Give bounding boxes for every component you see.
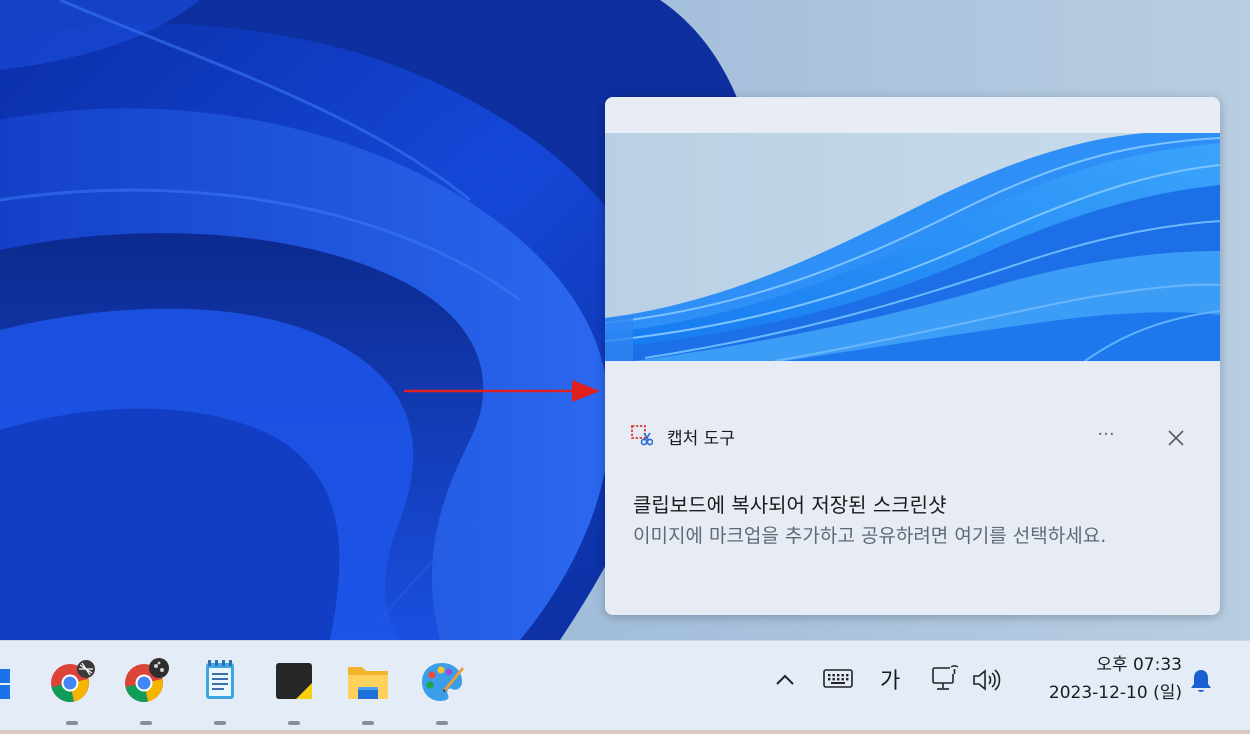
taskbar-app-chrome-2[interactable] (122, 657, 170, 725)
running-indicator (214, 721, 226, 725)
snipping-tool-notification[interactable]: 캡처 도구 ··· 클립보드에 복사되어 저장된 스크린샷 이미지에 마크업을 … (605, 97, 1220, 615)
clock-time: 오후 07:33 (1096, 655, 1182, 675)
taskbar-app-sticky-notes[interactable] (270, 657, 318, 725)
chrome-icon (125, 658, 169, 703)
taskbar-app-paint[interactable] (418, 657, 466, 725)
screenshot-preview-image[interactable] (605, 133, 1220, 361)
snipping-tool-icon (631, 425, 653, 446)
network-icon[interactable] (930, 665, 964, 695)
notepad-icon (206, 660, 234, 699)
red-arrow-annotation (404, 380, 600, 402)
chevron-up-icon[interactable] (772, 669, 798, 691)
sticky-notes-icon (276, 663, 312, 699)
running-indicator (288, 721, 300, 725)
bell-icon[interactable] (1188, 667, 1214, 695)
running-indicator (436, 721, 448, 725)
taskbar-clock[interactable]: 오후 07:33 2023-12-10 (일) (1020, 651, 1182, 707)
taskbar-bottom-edge (0, 730, 1250, 734)
running-indicator (362, 721, 374, 725)
taskbar-app-chrome-1[interactable] (48, 657, 96, 725)
running-indicator (140, 721, 152, 725)
taskbar: 가 오후 07:33 2023-12-10 (일) (0, 640, 1250, 731)
taskbar-app-file-explorer[interactable] (344, 657, 392, 725)
running-indicator (66, 721, 78, 725)
paint-icon (422, 663, 464, 701)
volume-icon[interactable] (970, 667, 1002, 693)
ime-mode-indicator[interactable]: 가 (880, 663, 900, 695)
start-icon[interactable] (0, 657, 18, 713)
touch-keyboard-icon[interactable] (822, 667, 854, 691)
taskbar-app-notepad[interactable] (196, 657, 244, 725)
chrome-icon (51, 660, 95, 703)
desktop-screen: 캡처 도구 ··· 클립보드에 복사되어 저장된 스크린샷 이미지에 마크업을 … (0, 0, 1250, 734)
notification-body: 이미지에 마크업을 추가하고 공유하려면 여기를 선택하세요. (633, 525, 1107, 547)
notification-app-row: 캡처 도구 (631, 423, 735, 449)
notification-top-strip (605, 97, 1220, 133)
more-options-button[interactable]: ··· (1089, 423, 1123, 451)
file-explorer-icon (348, 667, 388, 699)
notification-app-name: 캡처 도구 (667, 428, 735, 449)
clock-date: 2023-12-10 (일) (1048, 683, 1182, 703)
close-icon[interactable] (1161, 423, 1191, 453)
notification-title: 클립보드에 복사되어 저장된 스크린샷 (633, 493, 947, 517)
